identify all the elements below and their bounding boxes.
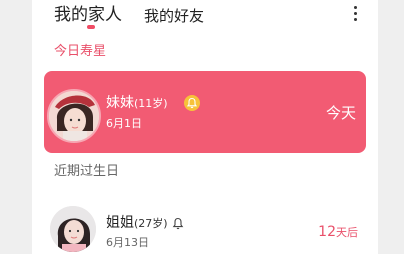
- list-item[interactable]: 姐姐(27岁) 6月13日 12天后: [32, 196, 378, 254]
- tab-my-friends[interactable]: 我的好友: [144, 5, 204, 27]
- section-title-today: 今日寿星: [54, 44, 107, 59]
- person-name-text: 姐姐: [106, 215, 134, 231]
- bell-icon[interactable]: [172, 216, 184, 230]
- birthday-date: 6月13日: [106, 236, 149, 249]
- tab-indicator: [87, 25, 95, 29]
- section-title-recent: 近期过生日: [54, 164, 120, 179]
- person-age: (27岁): [134, 217, 168, 230]
- avatar: [47, 89, 101, 143]
- days-number: 12: [318, 224, 336, 240]
- birthday-panel: 我的家人 我的好友 今日寿星 妹妹(11岁) 6月1日 今天 近期过生日 姐姐(…: [32, 0, 378, 254]
- avatar: [50, 206, 96, 252]
- today-status: 今天: [325, 104, 356, 122]
- person-age: (11岁): [134, 97, 168, 110]
- today-birthday-card[interactable]: 妹妹(11岁) 6月1日 今天: [44, 71, 366, 153]
- bell-icon[interactable]: [184, 95, 200, 111]
- person-name: 姐姐(27岁): [106, 214, 168, 233]
- person-name-text: 妹妹: [106, 95, 134, 111]
- days-unit: 天后: [336, 226, 358, 239]
- more-vertical-icon[interactable]: [354, 6, 358, 24]
- person-name: 妹妹(11岁): [106, 94, 168, 113]
- days-until: 12天后: [318, 222, 358, 242]
- tab-my-family[interactable]: 我的家人: [54, 4, 122, 26]
- birthday-date: 6月1日: [106, 117, 142, 130]
